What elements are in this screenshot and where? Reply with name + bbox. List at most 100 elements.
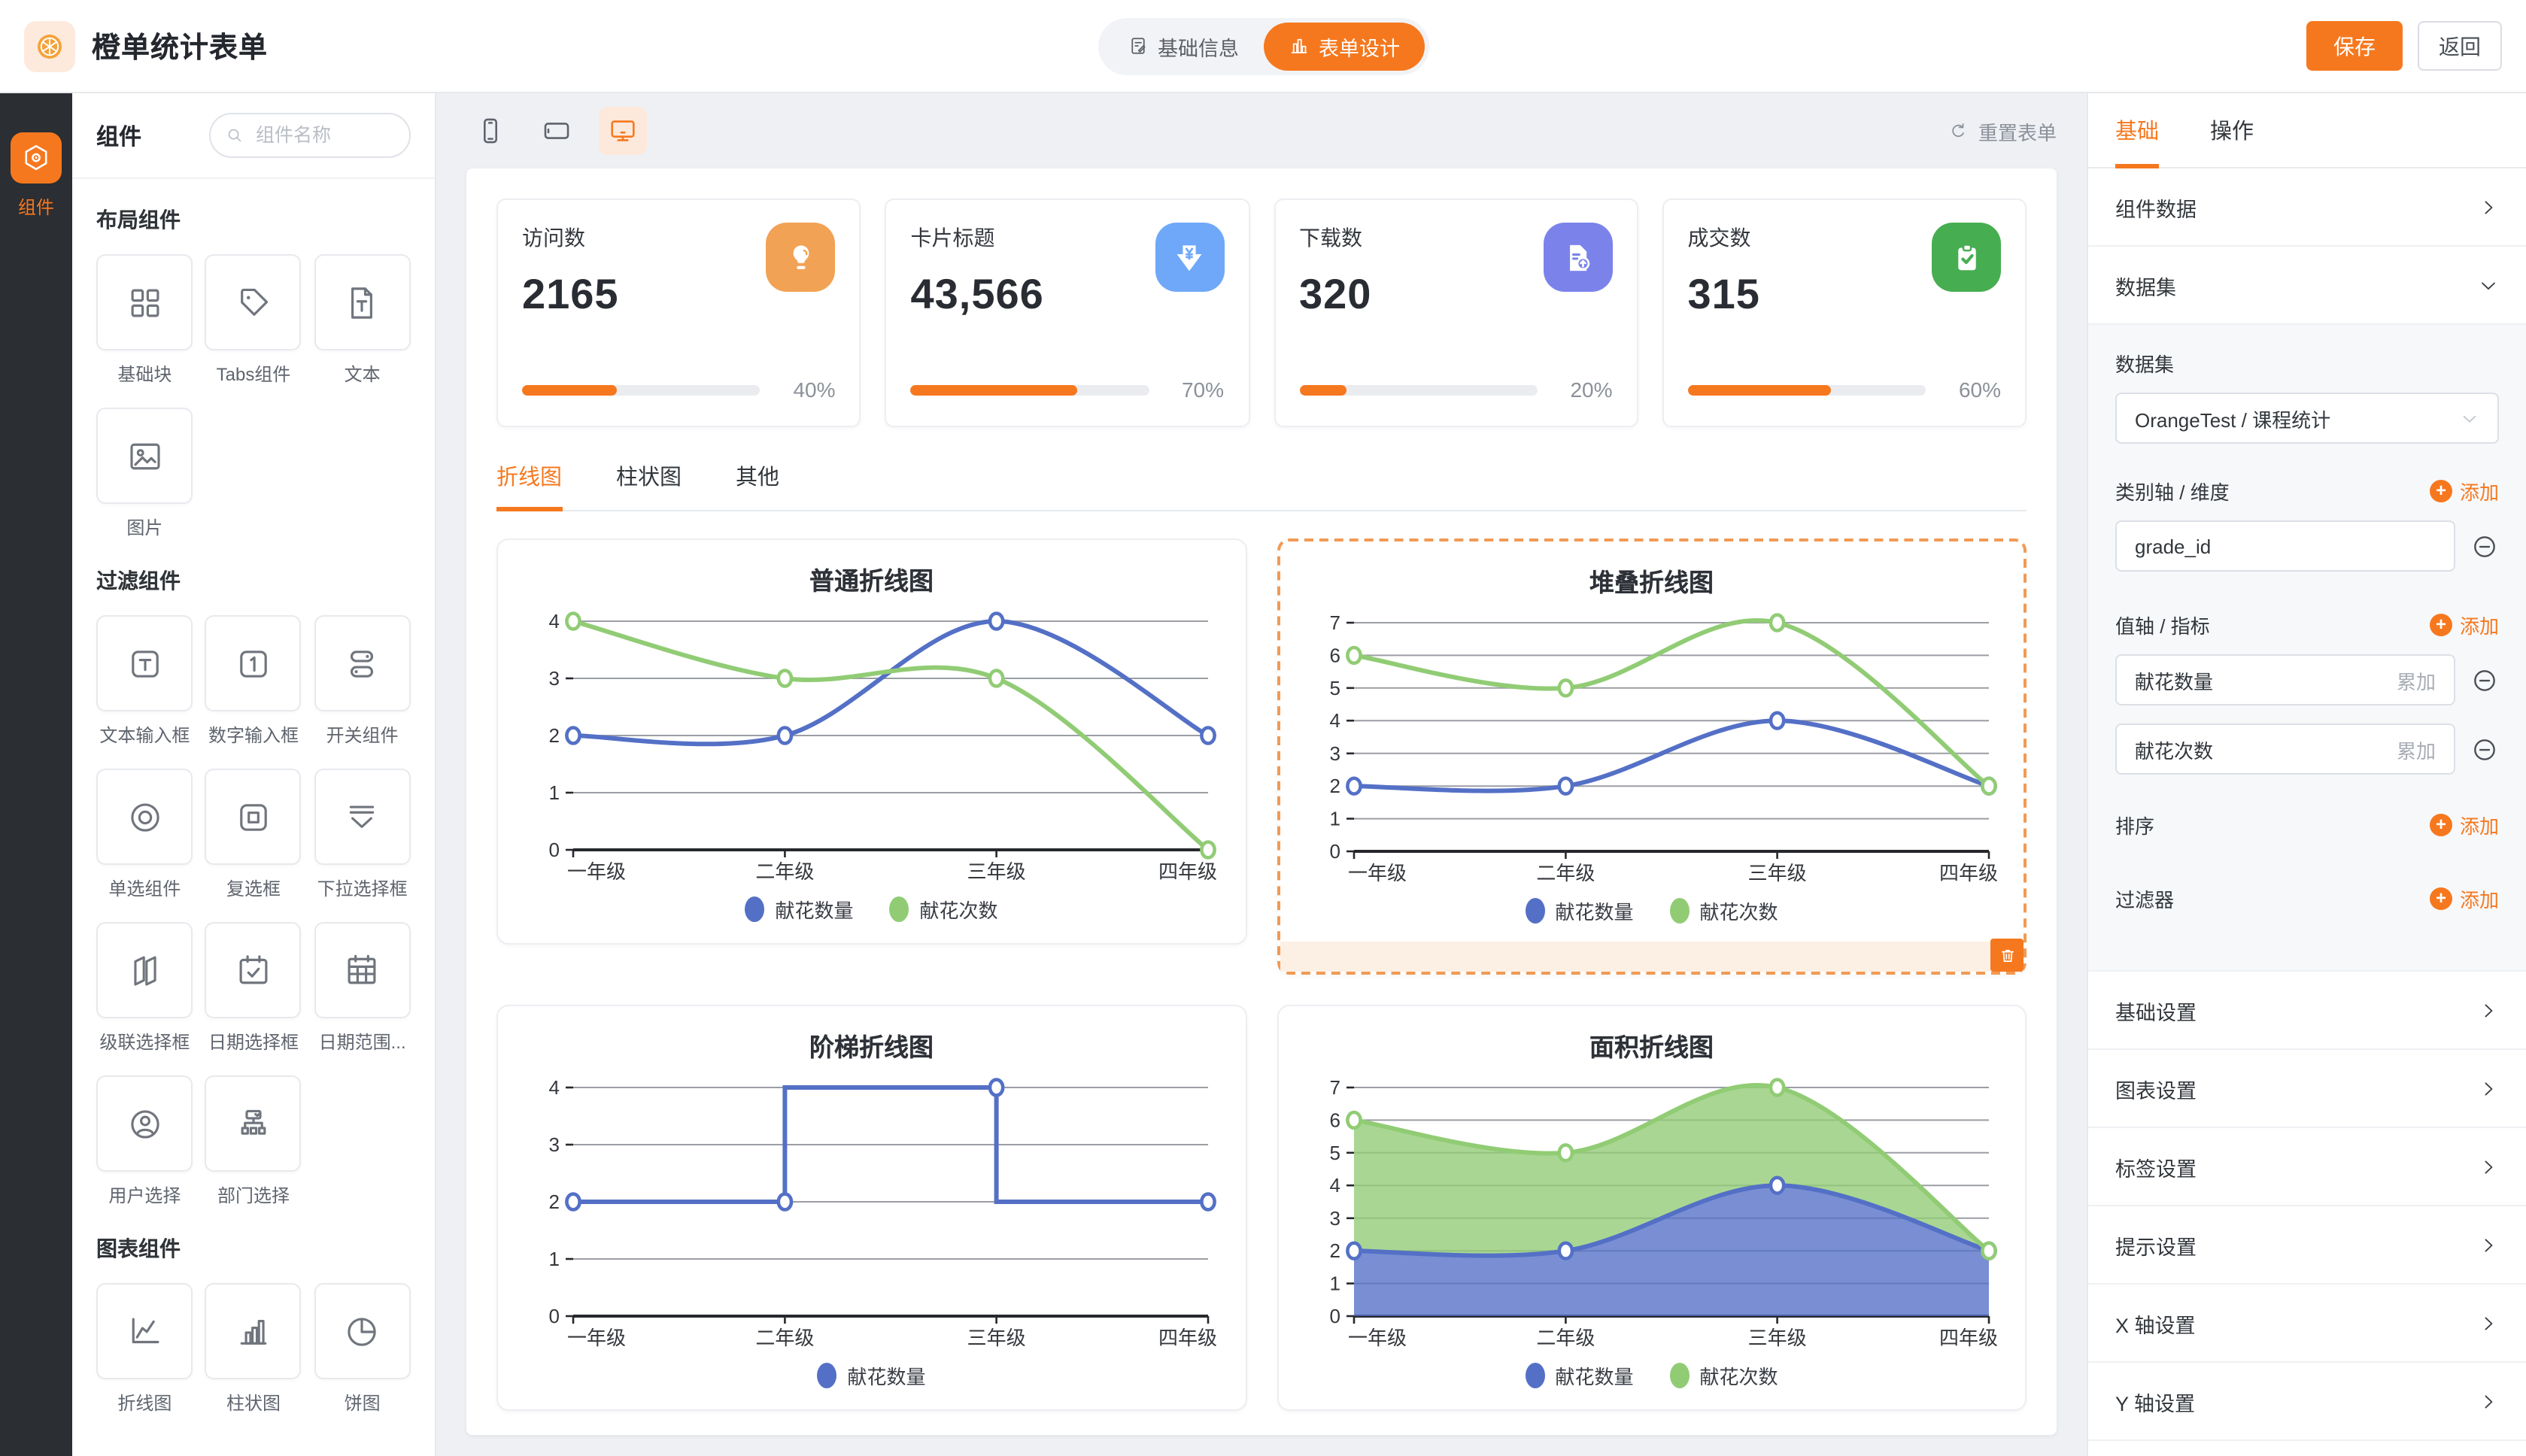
legend-marker [1525, 1362, 1544, 1388]
orange-logo [24, 20, 75, 71]
line-chart-icon [124, 1311, 165, 1351]
stat-card[interactable]: 卡片标题 43,566 70% [885, 199, 1250, 427]
component-card [205, 1075, 302, 1172]
component-label: 数字输入框 [208, 722, 299, 748]
component-item[interactable]: 基础块 [96, 254, 193, 387]
metric-field[interactable]: 献花次数 累加 [2115, 723, 2455, 775]
component-card [96, 922, 193, 1018]
remove-field-icon[interactable] [2470, 666, 2499, 694]
chart-widget-selected[interactable]: 堆叠折线图 01234567一年级二年级三年级四年级 献花数量 献花次数 [1277, 538, 2027, 975]
component-item[interactable]: 文本输入框 [96, 615, 193, 748]
legend-item[interactable]: 献花数量 [1525, 1360, 1633, 1389]
remove-field-icon[interactable] [2470, 532, 2499, 560]
settings-row[interactable]: X 轴设置 [2088, 1285, 2526, 1363]
reset-form-button[interactable]: 重置表单 [1947, 117, 2057, 145]
component-item[interactable]: 文本 [314, 254, 411, 387]
inspector-tab-actions[interactable]: 操作 [2210, 93, 2254, 167]
component-item[interactable]: 复选框 [205, 769, 302, 901]
add-dimension-button[interactable]: + 添加 [2430, 477, 2499, 505]
dataset-select[interactable]: OrangeTest / 课程统计 [2115, 393, 2499, 444]
dimension-field[interactable]: grade_id [2115, 520, 2455, 572]
plus-circle-icon: + [2430, 814, 2452, 836]
plus-circle-icon: + [2430, 480, 2452, 502]
component-item[interactable]: 饼图 [314, 1283, 411, 1415]
device-tablet-button[interactable] [533, 107, 581, 155]
component-item[interactable]: 用户选择 [96, 1075, 193, 1208]
component-item[interactable]: 日期选择框 [205, 922, 302, 1054]
department-icon [233, 1103, 274, 1144]
component-item[interactable]: 单选组件 [96, 769, 193, 901]
chart-widget[interactable]: 面积折线图 01234567一年级二年级三年级四年级 献花数量 献花次数 [1277, 1005, 2027, 1411]
legend-item[interactable]: 献花数量 [1525, 896, 1633, 924]
row-dataset[interactable]: 数据集 [2088, 247, 2526, 325]
settings-row[interactable]: 提示设置 [2088, 1206, 2526, 1285]
settings-row-label: Y 轴设置 [2115, 1386, 2195, 1416]
component-item[interactable]: 级联选择框 [96, 922, 193, 1054]
component-item[interactable]: 图片 [96, 408, 193, 540]
svg-text:4: 4 [1329, 709, 1340, 732]
section-title: 图表组件 [96, 1233, 411, 1263]
settings-row[interactable]: 基础设置 [2088, 972, 2526, 1050]
legend-marker [817, 1362, 836, 1388]
chart-plot: 01234一年级二年级三年级四年级 [523, 606, 1221, 889]
chevron-down-icon [2478, 275, 2499, 296]
stat-card-title: 卡片标题 [911, 223, 1044, 253]
component-label: 图片 [126, 514, 162, 540]
component-item[interactable]: 折线图 [96, 1283, 193, 1415]
tab-line-charts[interactable]: 折线图 [496, 460, 562, 511]
stat-card[interactable]: 下载数 320 20% [1274, 199, 1638, 427]
legend-marker [890, 896, 909, 921]
legend-item[interactable]: 献花数量 [817, 1360, 925, 1389]
progress-bar [1688, 384, 1926, 395]
svg-text:3: 3 [549, 667, 560, 690]
component-item[interactable]: 柱状图 [205, 1283, 302, 1415]
component-label: 日期选择框 [208, 1029, 299, 1054]
add-metric-button[interactable]: + 添加 [2430, 611, 2499, 639]
stat-card[interactable]: 成交数 315 60% [1662, 199, 2027, 427]
rail-item-components[interactable]: 组件 [11, 132, 62, 220]
form-designer-app: 橙单统计表单 基础信息 表单设计 保存 返回 组件 [0, 0, 2526, 1456]
delete-component-button[interactable] [1990, 939, 2024, 972]
device-phone-button[interactable] [466, 107, 515, 155]
metric-field[interactable]: 献花数量 累加 [2115, 654, 2455, 705]
search-icon [224, 125, 245, 146]
tab-form-design[interactable]: 表单设计 [1263, 22, 1424, 70]
selection-strip [1280, 942, 2024, 972]
settings-row[interactable]: 图表设置 [2088, 1050, 2526, 1128]
legend-item[interactable]: 献花次数 [1670, 1360, 1778, 1389]
cascade-icon [124, 950, 165, 990]
component-item[interactable]: 数字输入框 [205, 615, 302, 748]
back-button[interactable]: 返回 [2418, 21, 2502, 71]
settings-row[interactable]: Y 轴设置 [2088, 1363, 2526, 1441]
legend-item[interactable]: 献花次数 [890, 894, 998, 923]
yen-download-icon [1155, 223, 1224, 292]
save-button[interactable]: 保存 [2306, 21, 2403, 71]
device-desktop-button[interactable] [599, 107, 647, 155]
chart-title: 堆叠折线图 [1302, 541, 2001, 608]
tab-basic-info[interactable]: 基础信息 [1102, 22, 1263, 70]
component-item[interactable]: Tabs组件 [205, 254, 302, 387]
chart-widget[interactable]: 阶梯折线图 01234一年级二年级三年级四年级 献花数量 [496, 1005, 1246, 1411]
settings-row[interactable]: 标签设置 [2088, 1128, 2526, 1206]
chart-widget[interactable]: 普通折线图 01234一年级二年级三年级四年级 献花数量 献花次数 [496, 538, 1246, 945]
component-label: 柱状图 [226, 1390, 281, 1415]
inspector-tab-basic[interactable]: 基础 [2115, 93, 2159, 167]
switch-icon [342, 643, 383, 684]
legend-item[interactable]: 献花数量 [745, 894, 853, 923]
component-item[interactable]: 部门选择 [205, 1075, 302, 1208]
component-item[interactable]: 开关组件 [314, 615, 411, 748]
stat-card[interactable]: 访问数 2165 40% [496, 199, 861, 427]
component-item[interactable]: 下拉选择框 [314, 769, 411, 901]
component-item[interactable]: 日期范围... [314, 922, 411, 1054]
svg-text:4: 4 [549, 610, 560, 632]
settings-row[interactable]: 标题设置 [2088, 1441, 2526, 1456]
remove-field-icon[interactable] [2470, 735, 2499, 763]
svg-text:7: 7 [1329, 1076, 1340, 1099]
date-icon [233, 950, 274, 990]
tab-bar-charts[interactable]: 柱状图 [616, 460, 682, 511]
row-component-data[interactable]: 组件数据 [2088, 168, 2526, 247]
add-sort-button[interactable]: + 添加 [2430, 811, 2499, 839]
tab-other-charts[interactable]: 其他 [736, 460, 779, 511]
legend-item[interactable]: 献花次数 [1670, 896, 1778, 924]
add-filter-button[interactable]: + 添加 [2430, 884, 2499, 913]
